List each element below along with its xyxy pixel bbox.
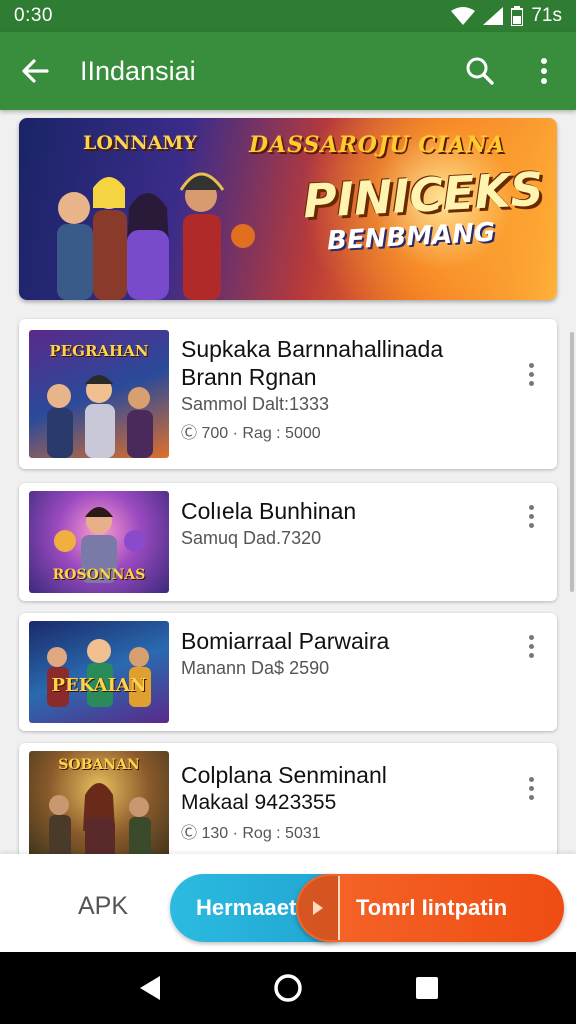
apk-label: APK (78, 892, 129, 920)
arrow-left-icon (22, 59, 49, 83)
app-bar: IIndansiai (0, 32, 576, 110)
game-meta: Ⓒ 130 · Rog : 5031 (181, 825, 321, 842)
secondary-button-label: Hermaaet (196, 895, 297, 920)
game-title: Colplana Senminanl (181, 762, 387, 788)
primary-button-label: Tomrl Iintpatin (356, 895, 508, 920)
card-text: Colplana Senminanl Makaal 9423355 Ⓒ 130 … (181, 761, 509, 847)
nav-home-button[interactable] (258, 958, 318, 1018)
card-text: Colıela Bunhinan Samuq Dad.7320 (181, 497, 509, 551)
triangle-back-icon (140, 976, 161, 1000)
game-thumbnail: SOBANAN (29, 751, 169, 855)
game-title: Colıela Bunhinan (181, 498, 357, 524)
card-text: Supkaka Barnnahallinada Brann Rgnan Samm… (181, 335, 509, 447)
signal-icon (483, 7, 504, 25)
status-icons: 71s (451, 5, 562, 27)
more-vert-icon[interactable] (519, 773, 543, 803)
scrollbar[interactable] (570, 332, 574, 592)
thumbnail-title: PEGRAHAN (49, 342, 149, 360)
nav-back-button[interactable] (119, 958, 179, 1018)
thumbnail-title: SOBANAN (58, 757, 140, 773)
search-icon (466, 57, 494, 85)
thumbnail-title: ROSONNAS (52, 567, 146, 583)
game-subtitle: Manann Da$ 2590 (181, 658, 330, 678)
page-title: IIndansiai (80, 55, 196, 86)
overflow-menu-button[interactable] (512, 32, 576, 110)
more-vert-icon[interactable] (519, 501, 543, 531)
status-time: 0:30 (14, 5, 53, 26)
status-bar: 0:30 71s (0, 0, 576, 32)
game-title: Supkaka Barnnahallinada (181, 336, 444, 362)
primary-button[interactable]: Tomrl Iintpatin (296, 874, 564, 942)
list-item[interactable]: PEGRAHAN Supkaka Barnnahallinada Brann R… (19, 319, 557, 469)
game-thumbnail: PEGRAHAN (29, 330, 169, 458)
game-title-line-2: Makaal 9423355 (181, 791, 337, 814)
game-thumbnail: PEKAIAN (29, 621, 169, 723)
content-list[interactable]: LONNAMY DASSAROJU CIANA PINICEKS BENBMAN… (0, 110, 576, 855)
bottom-action-bar: APK Hermaaet Tomrl Iintpatin (0, 854, 576, 952)
circle-home-icon (274, 974, 302, 1002)
banner-logo: LONNAMY (83, 132, 197, 154)
list-item[interactable]: PEKAIAN Bomiarraal Parwaira Manann Da$ 2… (19, 613, 557, 731)
more-vert-icon[interactable] (519, 631, 543, 661)
nav-recents-button[interactable] (397, 958, 457, 1018)
thumbnail-title: PEKAIAN (51, 675, 147, 696)
wifi-icon (451, 7, 476, 25)
search-button[interactable] (448, 32, 512, 110)
more-vert-icon[interactable] (519, 359, 543, 389)
more-vert-icon (541, 58, 547, 84)
battery-text: 71s (531, 5, 562, 26)
square-recents-icon (415, 977, 438, 999)
game-thumbnail: ROSONNAS (29, 491, 169, 593)
thumbnail-art (47, 639, 151, 707)
featured-banner[interactable]: LONNAMY DASSAROJU CIANA PINICEKS BENBMAN… (19, 118, 557, 300)
banner-characters-image (57, 172, 255, 300)
list-item[interactable]: ROSONNAS Colıela Bunhinan Samuq Dad.7320 (19, 483, 557, 601)
system-nav-bar (0, 952, 576, 1024)
battery-icon (511, 6, 524, 26)
game-title-line-2: Brann Rgnan (181, 364, 317, 390)
game-title: Bomiarraal Parwaira (181, 628, 390, 654)
play-arrow-icon (298, 876, 340, 940)
card-text: Bomiarraal Parwaira Manann Da$ 2590 (181, 627, 509, 681)
game-subtitle: Samuq Dad.7320 (181, 528, 322, 548)
game-meta: Ⓒ 700 · Rag : 5000 (181, 425, 321, 442)
game-subtitle: Sammol Dalt:1333 (181, 394, 330, 414)
list-item[interactable]: SOBANAN Colplana Senminanl Makaal 942335… (19, 743, 557, 855)
back-button[interactable] (0, 32, 70, 110)
banner-top-text: DASSAROJU CIANA (249, 132, 506, 158)
